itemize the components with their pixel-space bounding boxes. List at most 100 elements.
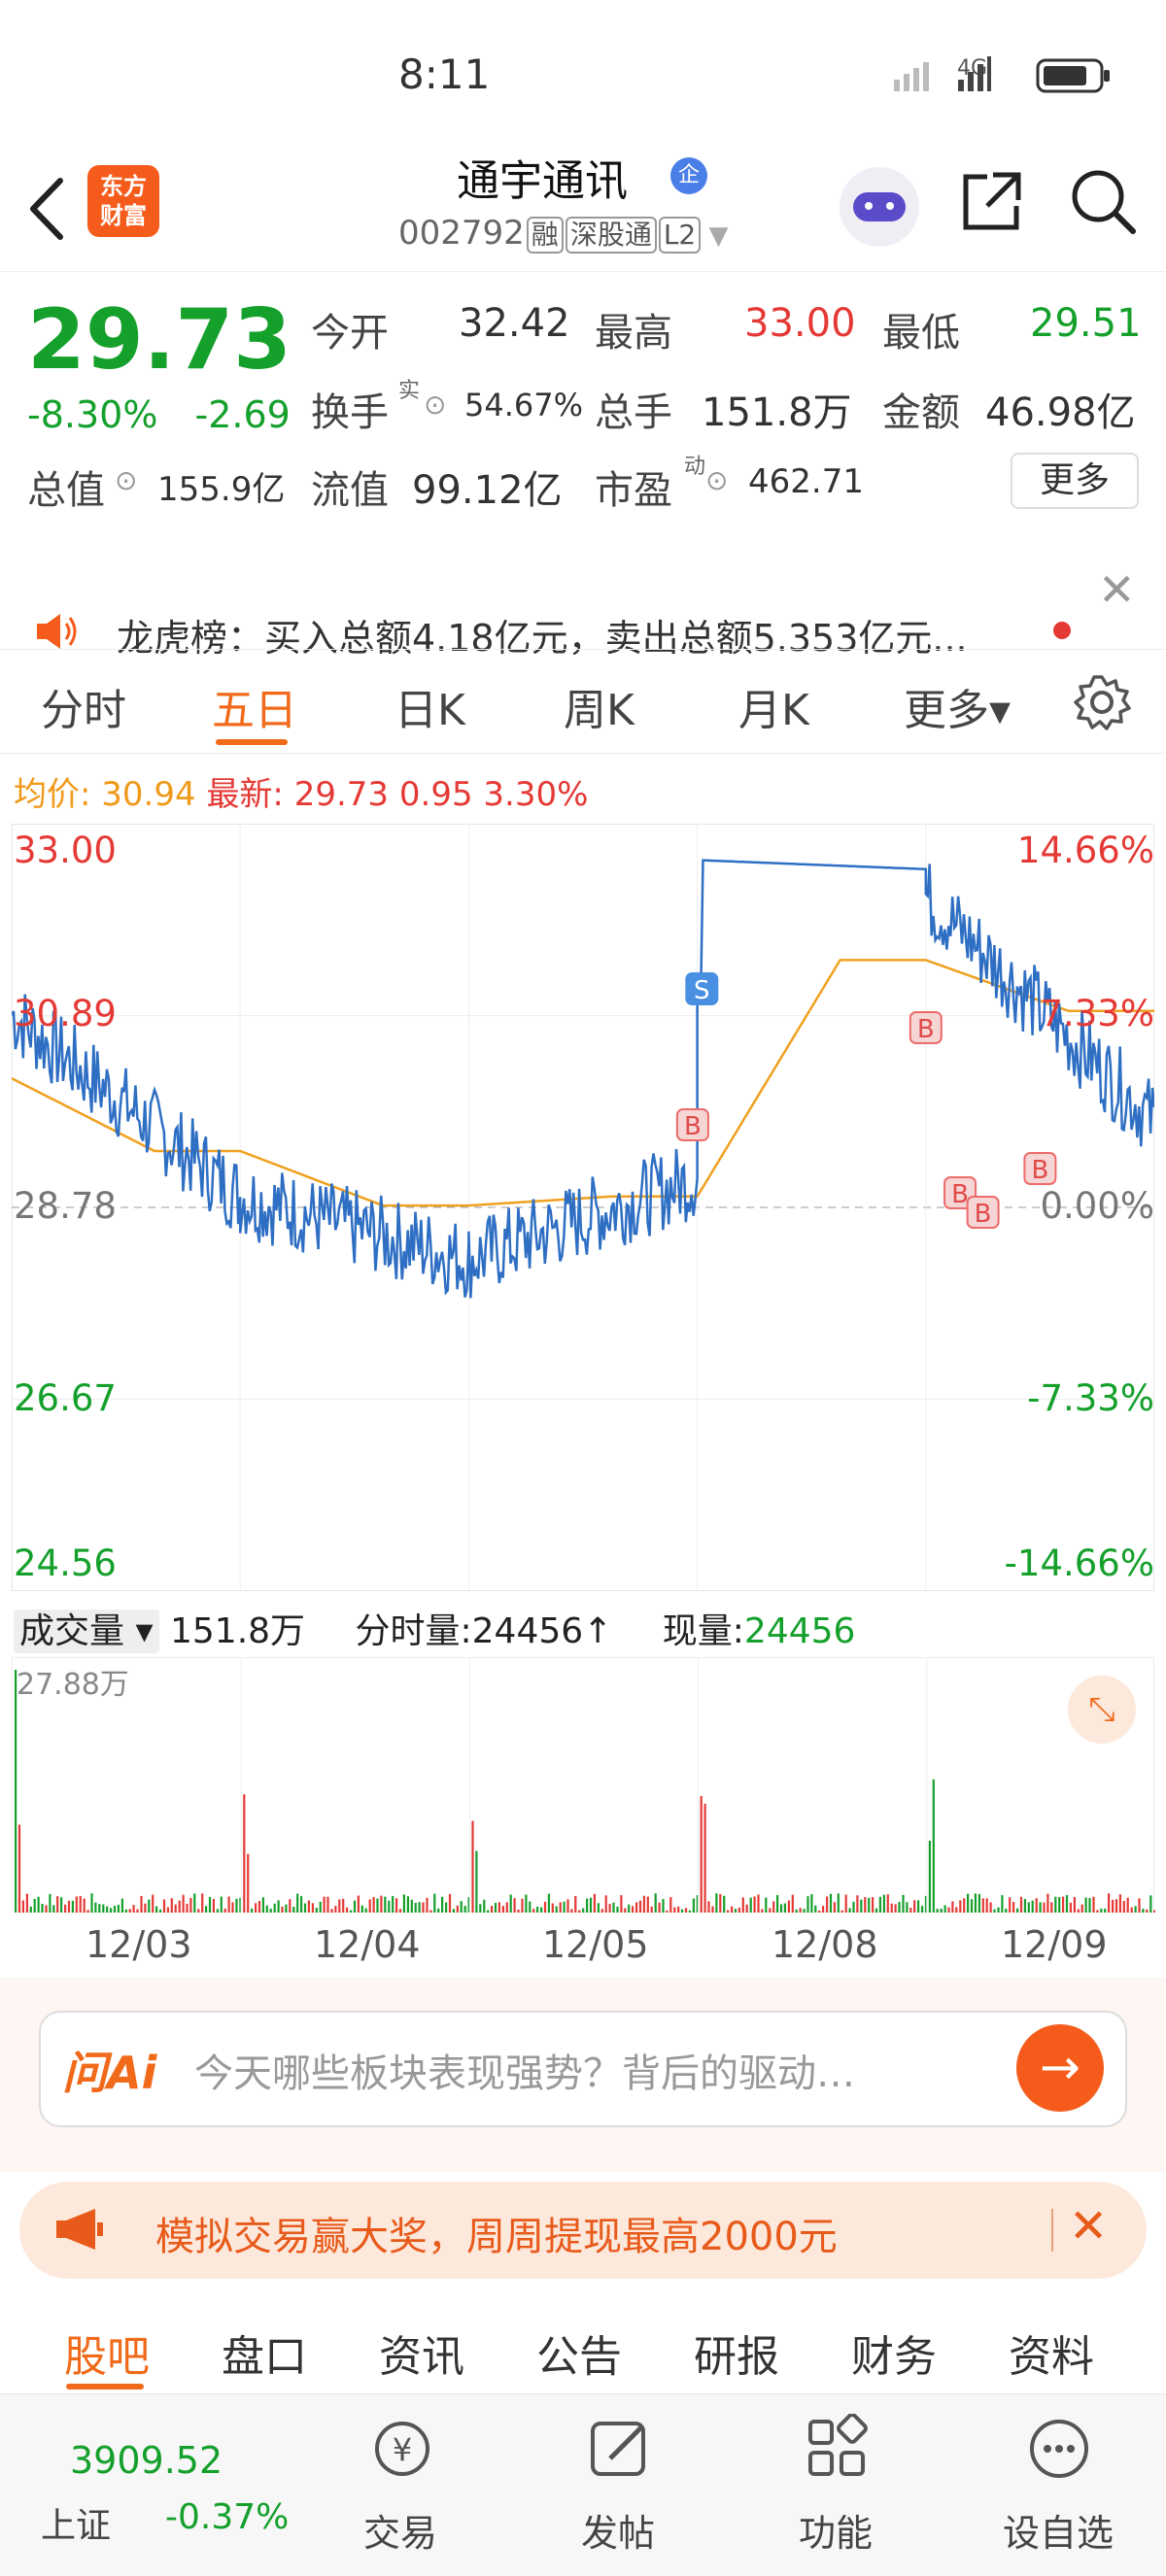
tab-more[interactable]: 更多▾: [904, 675, 1011, 737]
open-label: 今开: [311, 311, 389, 356]
logo-line-1: 东方: [100, 173, 147, 200]
volume-bar: [372, 1897, 375, 1913]
notice-banner[interactable]: 龙虎榜：买入总额4.18亿元，卖出总额5.353亿元...: [0, 532, 1166, 660]
volume-bar: [281, 1906, 284, 1913]
volume-bar: [985, 1898, 988, 1913]
tab-finance[interactable]: 财务: [851, 2322, 937, 2384]
volume-label: 总手: [595, 390, 672, 435]
change-percent: -8.30%: [27, 393, 158, 436]
price-change: -8.30% -2.69: [27, 393, 291, 436]
volume-bar: [21, 1900, 24, 1913]
volume-bar: [761, 1909, 764, 1913]
back-arrow-icon[interactable]: [21, 175, 70, 243]
nav-add-watchlist[interactable]: 设自选: [1001, 2394, 1117, 2576]
search-icon[interactable]: [1067, 165, 1139, 237]
expand-icon[interactable]: ⤡: [1068, 1676, 1136, 1744]
last-change: 0.95: [398, 775, 473, 814]
volume-bar: [186, 1903, 189, 1913]
volume-selector[interactable]: 成交量 ▾: [14, 1610, 159, 1653]
tab-research[interactable]: 研报: [694, 2322, 779, 2384]
volume-bar: [646, 1896, 649, 1913]
volume-bar: [765, 1897, 768, 1913]
volume-bar: [71, 1900, 74, 1913]
volume-bar: [1054, 1896, 1057, 1913]
volume-bar: [1092, 1896, 1095, 1913]
volume-bar: [494, 1903, 497, 1913]
nav-trade[interactable]: ¥ 交易: [354, 2394, 451, 2576]
app-logo[interactable]: 东方 财富: [87, 165, 159, 237]
tab-guba[interactable]: 股吧: [64, 2322, 150, 2384]
volume-bar: [1050, 1902, 1053, 1913]
tab-news[interactable]: 资讯: [379, 2322, 464, 2384]
tab-weekly-k[interactable]: 周K: [564, 675, 634, 737]
stock-name: 通宇通讯: [457, 156, 628, 206]
info-icon[interactable]: ⊙: [424, 389, 446, 421]
volume-bar: [216, 1909, 219, 1913]
index-value: 3909.52: [70, 2439, 223, 2482]
info-icon[interactable]: ⊙: [115, 464, 137, 496]
tab-pankou[interactable]: 盘口: [222, 2322, 307, 2384]
tab-daily-k[interactable]: 日K: [394, 675, 465, 737]
more-dots-icon: [1030, 2420, 1088, 2478]
volume-bar: [642, 1895, 645, 1913]
info-icon[interactable]: ⊙: [705, 464, 728, 496]
volume-bar: [727, 1910, 730, 1913]
speaker-icon: [37, 614, 77, 649]
volume-bar: [193, 1893, 196, 1913]
volume-bar: [17, 1824, 21, 1913]
nav-post[interactable]: 发帖: [571, 2394, 669, 2576]
volume-bar: [15, 1670, 17, 1913]
stock-code-line[interactable]: 002792 融深股通 L2 ▼: [398, 214, 729, 254]
volume-bar: [368, 1899, 371, 1913]
last-pct: 3.30%: [483, 775, 589, 814]
volume-bar: [456, 1905, 459, 1913]
ai-placeholder[interactable]: 今天哪些板块表现强势？背后的驱动…: [194, 2042, 855, 2098]
volume-value: 151.8万: [702, 390, 852, 435]
more-quote-button[interactable]: 更多: [1011, 453, 1139, 509]
volume-bar: [29, 1906, 32, 1913]
volume-bar: [178, 1900, 181, 1913]
volume-bar: [525, 1894, 528, 1913]
close-icon[interactable]: ✕: [1069, 2199, 1108, 2254]
share-icon[interactable]: [958, 167, 1026, 235]
nav-functions[interactable]: 功能: [789, 2394, 886, 2576]
volume-bar: [300, 1896, 303, 1913]
volume-bar: [837, 1893, 840, 1913]
close-icon[interactable]: ✕: [1098, 563, 1136, 616]
open-value: 32.42: [459, 301, 570, 346]
enterprise-badge[interactable]: 企: [670, 157, 707, 194]
five-day-chart[interactable]: BSBBBB 33.00 30.89 28.78 26.67 24.56 14.…: [10, 824, 1156, 1591]
tab-monthly-k[interactable]: 月K: [738, 675, 809, 737]
volume-bar: [928, 1841, 931, 1913]
volume-bar: [162, 1899, 166, 1913]
volume-bar: [783, 1903, 786, 1913]
turnover-sup: 实: [398, 379, 421, 403]
volume-bar: [395, 1898, 398, 1913]
gear-icon[interactable]: [1073, 673, 1131, 731]
y-right-tick: 0.00%: [1040, 1185, 1154, 1227]
tab-minute[interactable]: 分时: [41, 675, 126, 737]
volume-bar: [669, 1897, 672, 1913]
index-widget[interactable]: 3909.52 上证 -0.37%: [19, 2394, 311, 2576]
volume-bar: [532, 1909, 535, 1913]
ai-send-button[interactable]: →: [1016, 2024, 1104, 2112]
volume-bar: [734, 1909, 737, 1913]
volume-bar: [677, 1906, 680, 1913]
volume-bar: [311, 1903, 314, 1913]
robot-avatar-icon[interactable]: [840, 167, 919, 247]
float-value: 99.12亿: [412, 468, 563, 513]
tab-profile[interactable]: 资料: [1009, 2322, 1094, 2384]
volume-bar: [292, 1907, 295, 1913]
volume-bar: [231, 1902, 234, 1913]
volume-bar: [346, 1907, 349, 1913]
volume-bar: [441, 1896, 444, 1913]
volume-bar: [723, 1895, 726, 1913]
volume-bar: [307, 1900, 310, 1913]
tag-l2: L2: [658, 217, 702, 254]
volume-bar: [844, 1894, 847, 1913]
tab-five-day[interactable]: 五日: [212, 675, 297, 737]
trade-marker-label: B: [975, 1200, 992, 1229]
volume-bar: [787, 1900, 790, 1913]
volume-bar: [989, 1902, 992, 1913]
tab-announcement[interactable]: 公告: [536, 2322, 622, 2384]
